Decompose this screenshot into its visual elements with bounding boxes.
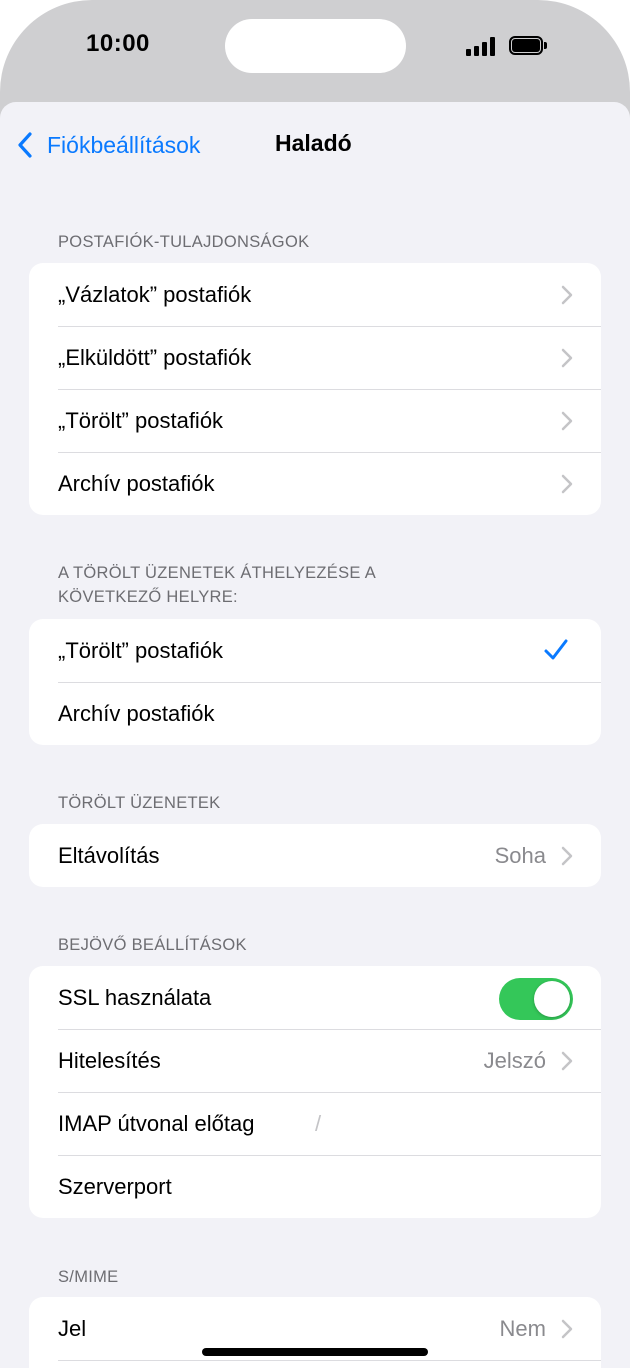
- row-drafts-mailbox[interactable]: „Vázlatok” postafiók: [29, 263, 601, 326]
- row-sent-mailbox[interactable]: „Elküldött” postafiók: [29, 326, 601, 389]
- row-value: Nem: [499, 1315, 546, 1341]
- row-label: Archív postafiók: [58, 700, 215, 726]
- row-label: „Elküldött” postafiók: [58, 344, 252, 370]
- row-server-port[interactable]: Szerverport: [29, 1155, 601, 1218]
- chevron-right-icon: [561, 411, 573, 431]
- row-label: Szerverport: [58, 1173, 172, 1199]
- move-deleted-group: „Törölt” postafiók Archív postafiók: [29, 619, 601, 745]
- ssl-toggle[interactable]: [499, 978, 573, 1020]
- section-header-line: A TÖRÖLT ÜZENETEK ÁTHELYEZÉSE A: [58, 564, 376, 582]
- status-time: 10:00: [86, 30, 150, 57]
- section-header-deleted-messages: TÖRÖLT ÜZENETEK: [58, 794, 221, 812]
- toggle-knob: [534, 981, 570, 1017]
- smime-group: Jel Nem: [29, 1297, 601, 1368]
- settings-sheet: Fiókbeállítások Haladó POSTAFIÓK-TULAJDO…: [0, 102, 630, 1368]
- checkmark-icon: [544, 639, 568, 660]
- section-header-move-deleted: A TÖRÖLT ÜZENETEK ÁTHELYEZÉSE A KÖVETKEZ…: [58, 561, 376, 609]
- section-header-smime: S/MIME: [58, 1268, 119, 1286]
- chevron-right-icon: [561, 348, 573, 368]
- imap-prefix-input[interactable]: /: [315, 1111, 321, 1137]
- home-indicator[interactable]: [202, 1348, 428, 1356]
- section-header-incoming: BEJÖVŐ BEÁLLÍTÁSOK: [58, 936, 247, 954]
- chevron-left-icon: [18, 132, 32, 158]
- option-archive-mailbox[interactable]: Archív postafiók: [29, 682, 601, 745]
- row-imap-path-prefix[interactable]: IMAP útvonal előtag /: [29, 1092, 601, 1155]
- row-label: „Törölt” postafiók: [58, 637, 224, 663]
- row-encrypt-partial[interactable]: [29, 1360, 601, 1368]
- row-label: „Törölt” postafiók: [58, 407, 224, 433]
- row-remove[interactable]: Eltávolítás Soha: [29, 824, 601, 887]
- chevron-right-icon: [561, 846, 573, 866]
- deleted-messages-group: Eltávolítás Soha: [29, 824, 601, 887]
- page-title: Haladó: [275, 130, 352, 156]
- section-header-line: KÖVETKEZŐ HELYRE:: [58, 588, 238, 606]
- dynamic-island: [225, 19, 406, 73]
- incoming-settings-group: SSL használata Hitelesítés Jelszó IMAP ú…: [29, 966, 601, 1218]
- row-label: IMAP útvonal előtag: [58, 1110, 255, 1136]
- row-label: SSL használata: [58, 984, 212, 1010]
- row-value: Jelszó: [483, 1047, 546, 1073]
- row-value: Soha: [494, 842, 546, 868]
- row-label: Jel: [58, 1315, 87, 1341]
- mailbox-properties-group: „Vázlatok” postafiók „Elküldött” postafi…: [29, 263, 601, 515]
- row-label: Hitelesítés: [58, 1047, 161, 1073]
- row-deleted-mailbox[interactable]: „Törölt” postafiók: [29, 389, 601, 452]
- row-use-ssl: SSL használata: [29, 966, 601, 1029]
- row-label: „Vázlatok” postafiók: [58, 281, 252, 307]
- chevron-right-icon: [561, 474, 573, 494]
- row-authentication[interactable]: Hitelesítés Jelszó: [29, 1029, 601, 1092]
- section-header-mailbox-properties: POSTAFIÓK-TULAJDONSÁGOK: [58, 233, 310, 251]
- row-label: Eltávolítás: [58, 842, 160, 868]
- row-archive-mailbox[interactable]: Archív postafiók: [29, 452, 601, 515]
- status-bar: 10:00: [0, 0, 630, 100]
- navigation-bar: Fiókbeállítások Haladó: [0, 102, 630, 186]
- back-button[interactable]: Fiókbeállítások: [16, 128, 200, 162]
- cellular-signal-icon: [466, 36, 498, 56]
- row-label: Archív postafiók: [58, 470, 215, 496]
- chevron-right-icon: [561, 1319, 573, 1339]
- chevron-right-icon: [561, 1051, 573, 1071]
- back-button-label: Fiókbeállítások: [47, 131, 201, 158]
- chevron-right-icon: [561, 285, 573, 305]
- option-deleted-mailbox[interactable]: „Törölt” postafiók: [29, 619, 601, 682]
- device-frame: 10:00 Fiókbeállítások Haladó POSTAFIÓK-T…: [0, 0, 630, 1368]
- battery-icon: [509, 36, 547, 55]
